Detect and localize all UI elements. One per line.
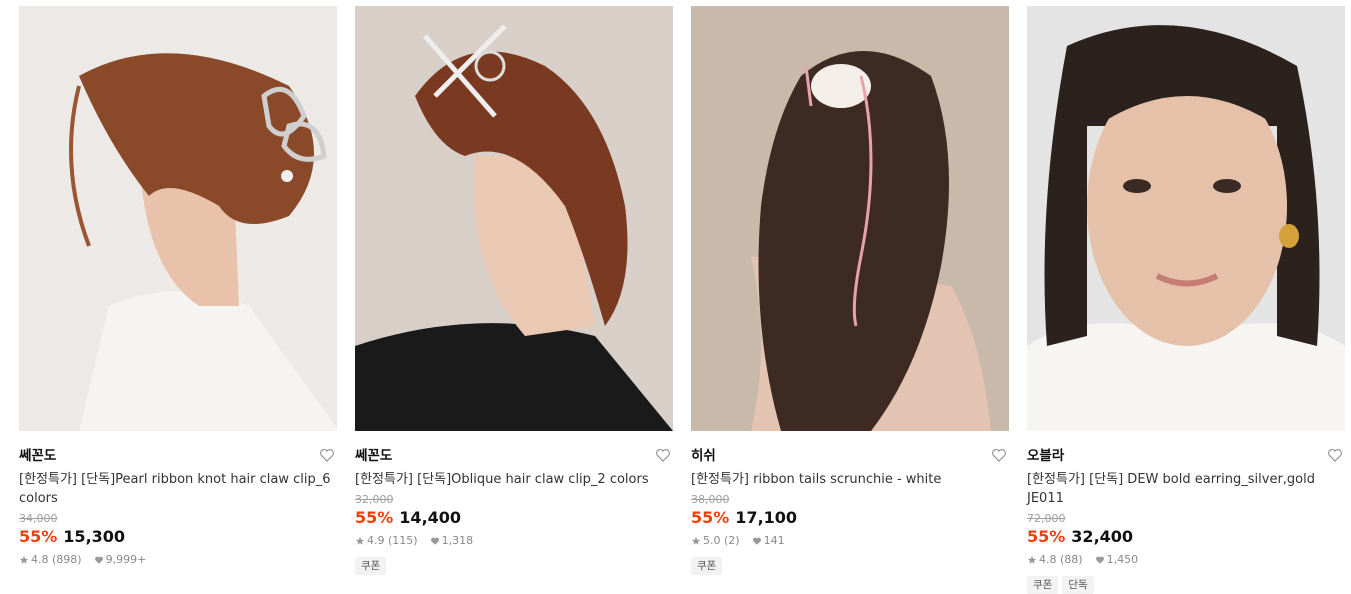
product-name[interactable]: [한정특가] [단독]Oblique hair claw clip_2 colo…: [355, 470, 673, 489]
original-price: 38,000: [691, 493, 730, 506]
discount-rate: 55%: [1027, 527, 1066, 546]
product-name[interactable]: [한정특가] [단독]Pearl ribbon knot hair claw c…: [19, 470, 337, 508]
product-name[interactable]: [한정특가] [단독] DEW bold earring_silver,gold…: [1027, 470, 1345, 508]
review-meta: 4.8 (88) 1,450: [1027, 552, 1345, 568]
review-meta: 5.0 (2) 141: [691, 533, 1009, 549]
original-price: 72,000: [1027, 512, 1066, 525]
product-card[interactable]: 쎄꼰도 [한정특가] [단독]Pearl ribbon knot hair cl…: [19, 6, 337, 568]
sale-price: 15,300: [63, 527, 126, 546]
rating: 5.0 (2): [703, 534, 740, 547]
tag-list: 쿠폰 단독: [1027, 576, 1345, 594]
brand-name[interactable]: 오블라: [1027, 448, 1064, 464]
coupon-tag: 쿠폰: [1027, 576, 1059, 594]
brand-row: 쎄꼰도: [19, 445, 337, 467]
sale-price: 17,100: [735, 508, 798, 527]
star-icon: [355, 536, 365, 545]
like-count: 1,318: [441, 534, 474, 547]
tag-list: 쿠폰: [355, 557, 673, 575]
likes-group: 1,318: [430, 533, 474, 549]
discount-rate: 55%: [691, 508, 730, 527]
tag-list: 쿠폰: [691, 557, 1009, 575]
product-grid: 쎄꼰도 [한정특가] [단독]Pearl ribbon knot hair cl…: [0, 0, 1351, 594]
heart-filled-icon: [94, 556, 103, 564]
heart-filled-icon: [1095, 556, 1104, 564]
brand-row: 쎄꼰도: [355, 445, 673, 467]
like-count: 141: [763, 534, 785, 547]
product-image[interactable]: [1027, 6, 1345, 431]
star-icon: [691, 536, 701, 545]
exclusive-tag: 단독: [1062, 576, 1094, 594]
brand-name[interactable]: 쎄꼰도: [355, 448, 392, 464]
likes-group: 9,999+: [94, 552, 147, 568]
coupon-tag: 쿠폰: [691, 557, 723, 575]
brand-row: 오블라: [1027, 445, 1345, 467]
heart-filled-icon: [752, 537, 761, 545]
sale-price: 14,400: [399, 508, 462, 527]
heart-filled-icon: [430, 537, 439, 545]
discount-rate: 55%: [355, 508, 394, 527]
review-meta: 4.9 (115) 1,318: [355, 533, 673, 549]
review-meta: 4.8 (898) 9,999+: [19, 552, 337, 568]
heart-icon[interactable]: [991, 447, 1007, 463]
heart-icon[interactable]: [655, 447, 671, 463]
like-count: 9,999+: [105, 553, 147, 566]
rating: 4.8 (898): [31, 553, 82, 566]
product-card[interactable]: 오블라 [한정특가] [단독] DEW bold earring_silver,…: [1027, 6, 1345, 594]
product-image[interactable]: [19, 6, 337, 431]
product-image[interactable]: [691, 6, 1009, 431]
like-count: 1,450: [1106, 553, 1139, 566]
discount-rate: 55%: [19, 527, 58, 546]
product-name[interactable]: [한정특가] ribbon tails scrunchie - white: [691, 470, 1009, 489]
star-icon: [19, 555, 29, 564]
heart-icon[interactable]: [319, 447, 335, 463]
star-icon: [1027, 555, 1037, 564]
sale-price: 32,400: [1071, 527, 1134, 546]
coupon-tag: 쿠폰: [355, 557, 387, 575]
price-row: 55% 14,400: [355, 507, 673, 529]
heart-icon[interactable]: [1327, 447, 1343, 463]
rating: 4.9 (115): [367, 534, 418, 547]
product-card[interactable]: 히쉬 [한정특가] ribbon tails scrunchie - white…: [691, 6, 1009, 575]
original-price: 34,000: [19, 512, 58, 525]
price-row: 55% 32,400: [1027, 526, 1345, 548]
original-price: 32,000: [355, 493, 394, 506]
product-card[interactable]: 쎄꼰도 [한정특가] [단독]Oblique hair claw clip_2 …: [355, 6, 673, 575]
brand-name[interactable]: 쎄꼰도: [19, 448, 56, 464]
likes-group: 1,450: [1095, 552, 1139, 568]
price-row: 55% 15,300: [19, 526, 337, 548]
price-row: 55% 17,100: [691, 507, 1009, 529]
rating: 4.8 (88): [1039, 553, 1083, 566]
brand-name[interactable]: 히쉬: [691, 448, 716, 464]
product-image[interactable]: [355, 6, 673, 431]
likes-group: 141: [752, 533, 785, 549]
brand-row: 히쉬: [691, 445, 1009, 467]
